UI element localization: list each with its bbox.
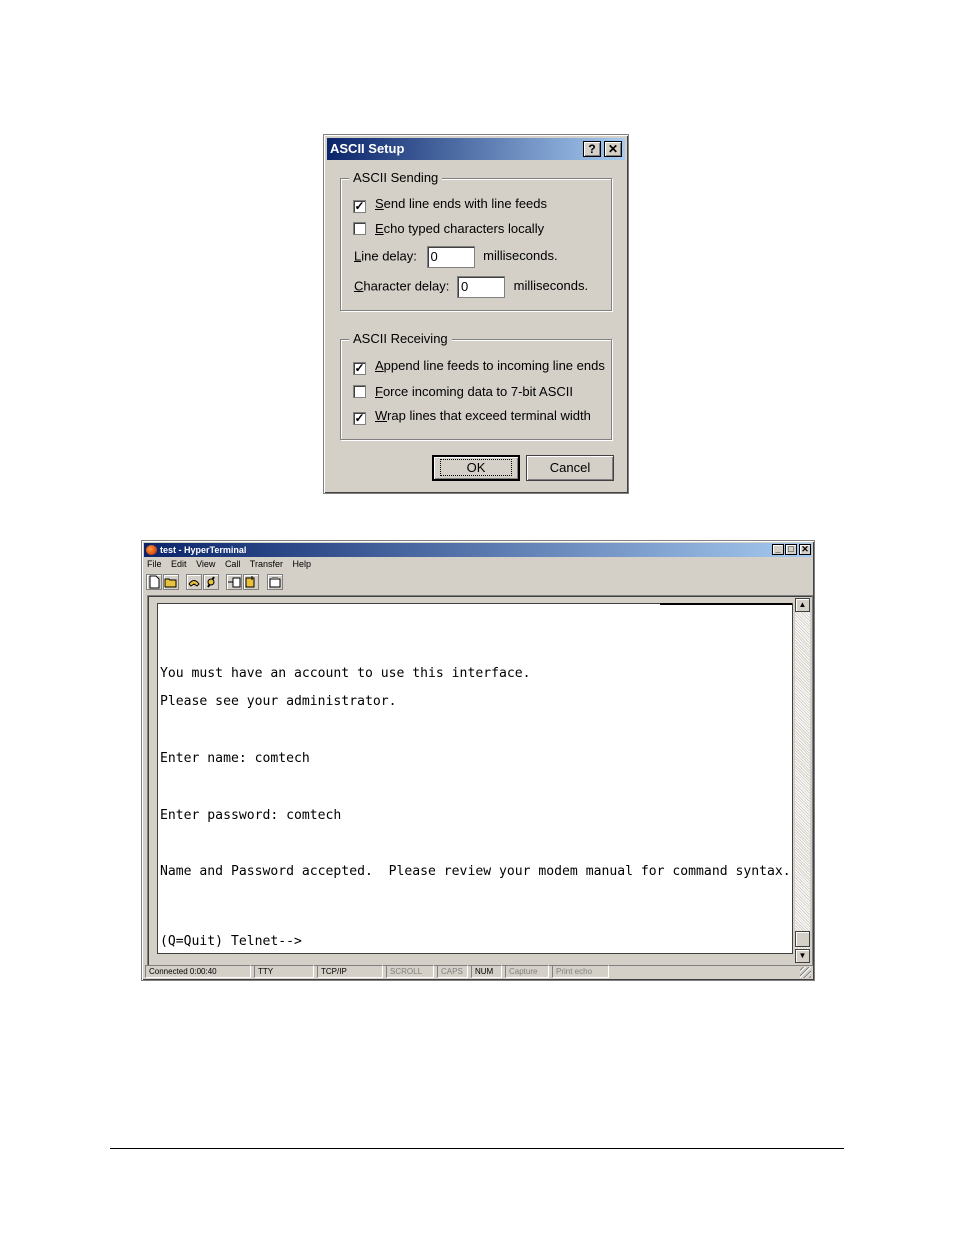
wrap-lines-label: rap lines that exceed terminal width (387, 408, 591, 423)
char-delay-input[interactable]: 0 (457, 276, 506, 298)
terminal-line: Name and Password accepted. Please revie… (160, 864, 791, 879)
terminal-line: Enter name: comtech (160, 751, 310, 766)
footer-rule (110, 1148, 844, 1149)
connect-icon[interactable] (186, 574, 202, 590)
menu-call[interactable]: Call (225, 559, 241, 569)
vertical-scrollbar[interactable]: ▲ ▼ (795, 598, 810, 963)
char-delay-row: Character delay: 0 milliseconds. (354, 276, 588, 298)
line-delay-input[interactable]: 0 (426, 246, 475, 268)
ok-label: OK (439, 459, 513, 476)
scroll-down-icon[interactable]: ▼ (795, 949, 810, 963)
status-capture: Capture (505, 965, 549, 978)
ascii-receiving-group: ASCII Receiving ✓ Append line feeds to in… (340, 331, 612, 440)
new-icon[interactable] (146, 574, 162, 590)
status-num: NUM (471, 965, 502, 978)
ok-button[interactable]: OK (432, 455, 520, 481)
scroll-up-icon[interactable]: ▲ (795, 598, 810, 612)
send-line-ends-option[interactable]: ✓ Send line ends with line feeds (353, 196, 547, 213)
cancel-button[interactable]: Cancel (526, 455, 614, 481)
char-delay-label: haracter delay: (363, 278, 450, 294)
echo-typed-option[interactable]: Echo typed characters locally (353, 221, 544, 237)
force-7bit-checkbox[interactable] (353, 385, 366, 398)
menu-transfer[interactable]: Transfer (250, 559, 283, 569)
properties-icon[interactable] (267, 574, 283, 590)
send-line-ends-checkbox[interactable]: ✓ (353, 200, 366, 213)
line-delay-row: Line delay: 0 milliseconds. (354, 246, 558, 268)
terminal-top-edge (660, 603, 792, 605)
status-caps: CAPS (437, 965, 468, 978)
force-7bit-label: orce incoming data to 7-bit ASCII (382, 384, 573, 399)
dialog-title-bar[interactable]: ASCII Setup ? ✕ (327, 138, 625, 160)
terminal-screen[interactable]: You must have an account to use this int… (157, 603, 793, 954)
terminal-prompt: (Q=Quit) Telnet--> (160, 934, 302, 949)
status-protocol: TCP/IP (317, 965, 383, 978)
char-delay-mnemonic: C (354, 278, 364, 294)
menu-view[interactable]: View (196, 559, 215, 569)
terminal-line: Enter password: comtech (160, 808, 342, 823)
line-delay-unit: milliseconds. (483, 248, 558, 264)
terminal-area: You must have an account to use this int… (147, 595, 813, 966)
append-line-feeds-option[interactable]: ✓ Append line feeds to incoming line ends (353, 358, 605, 375)
echo-typed-label: cho typed characters locally (383, 221, 545, 236)
ascii-sending-legend: ASCII Sending (349, 170, 443, 186)
help-button[interactable]: ? (583, 141, 601, 157)
ht-menu-bar: File Edit View Call Transfer Help (147, 558, 318, 571)
line-delay-label: ine delay: (361, 248, 417, 264)
ascii-receiving-legend: ASCII Receiving (349, 331, 452, 347)
append-line-feeds-mnemonic: A (375, 358, 384, 373)
status-connected: Connected 0:00:40 (145, 965, 251, 978)
minimize-icon[interactable]: _ (772, 544, 784, 555)
menu-help[interactable]: Help (293, 559, 312, 569)
force-7bit-mnemonic: F (375, 384, 383, 399)
hyperterminal-app-icon (146, 545, 157, 555)
wrap-lines-option[interactable]: ✓ Wrap lines that exceed terminal width (353, 408, 591, 425)
wrap-lines-mnemonic: W (375, 408, 388, 423)
send-icon[interactable] (226, 574, 242, 590)
ht-title-bar[interactable]: test - HyperTerminal _ □ ✕ (144, 543, 812, 557)
force-7bit-option[interactable]: Force incoming data to 7-bit ASCII (353, 384, 573, 400)
maximize-icon[interactable]: □ (785, 544, 797, 555)
terminal-line: You must have an account to use this int… (160, 666, 531, 681)
status-scroll: SCROLL (386, 965, 434, 978)
status-emulation: TTY (254, 965, 314, 978)
status-print-echo: Print echo (552, 965, 609, 978)
close-icon[interactable]: ✕ (604, 141, 622, 157)
terminal-line: Please see your administrator. (160, 694, 397, 709)
disconnect-icon[interactable] (203, 574, 219, 590)
close-icon[interactable]: ✕ (799, 544, 811, 555)
scroll-thumb[interactable] (795, 931, 810, 947)
echo-typed-mnemonic: E (375, 221, 384, 236)
wrap-lines-checkbox[interactable]: ✓ (353, 412, 366, 425)
char-delay-unit: milliseconds. (513, 278, 589, 294)
dialog-title: ASCII Setup (330, 141, 405, 156)
append-line-feeds-checkbox[interactable]: ✓ (353, 362, 366, 375)
status-bar: Connected 0:00:40 TTY TCP/IP SCROLL CAPS… (145, 965, 811, 978)
append-line-feeds-label: ppend line feeds to incoming line ends (383, 358, 605, 373)
send-line-ends-mnemonic: S (375, 196, 384, 211)
ascii-sending-group: ASCII Sending ✓ Send line ends with line … (340, 170, 612, 311)
send-line-ends-label: end line ends with line feeds (383, 196, 548, 211)
menu-file[interactable]: File (147, 559, 162, 569)
receive-icon[interactable] (243, 574, 259, 590)
echo-typed-checkbox[interactable] (353, 222, 366, 235)
ascii-setup-dialog: ASCII Setup ? ✕ ASCII Sending ✓ Send line… (323, 134, 629, 494)
hyperterminal-window: test - HyperTerminal _ □ ✕ File Edit Vie… (141, 540, 815, 981)
ht-title: test - HyperTerminal (160, 545, 247, 555)
open-icon[interactable] (163, 574, 179, 590)
menu-edit[interactable]: Edit (171, 559, 187, 569)
resize-grip-icon[interactable] (800, 967, 811, 978)
